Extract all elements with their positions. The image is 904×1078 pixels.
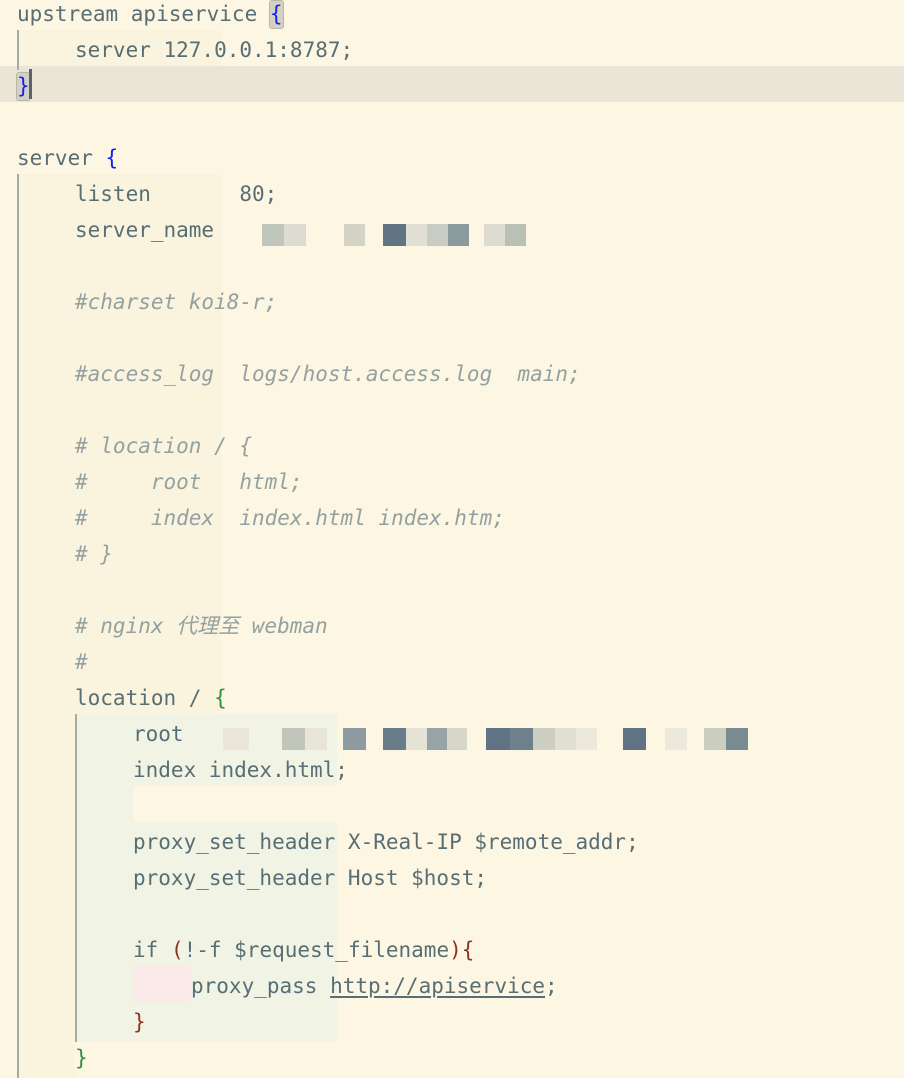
code-line-19[interactable]: # <box>0 644 904 680</box>
redaction-pixel <box>343 728 366 750</box>
redaction-pixel <box>305 728 327 750</box>
code-line-13[interactable]: # location / { <box>0 428 904 464</box>
redaction-pixel <box>665 728 687 750</box>
token-root-directive: root <box>133 722 184 746</box>
redaction-pixel <box>344 224 365 246</box>
redacted-text-block <box>343 728 366 750</box>
token-proxy-pass-url[interactable]: http://apiservice <box>330 974 545 998</box>
code-line-15[interactable]: # index index.html index.htm; <box>0 500 904 536</box>
token-comment-hash: # <box>75 650 88 674</box>
code-line-24[interactable]: proxy_set_header X-Real-IP $remote_addr; <box>0 824 904 860</box>
token-comment-location-root: # root html; <box>75 470 303 494</box>
redaction-pixel <box>448 224 469 246</box>
code-line-1[interactable]: upstream apiservice { <box>0 0 904 32</box>
redacted-text-block <box>383 728 467 750</box>
token-proxy-set-header-host: proxy_set_header Host $host; <box>133 866 488 890</box>
token-paren-close: ) <box>449 938 462 962</box>
redaction-pixel <box>223 728 249 750</box>
redaction-pixel <box>427 728 447 750</box>
token-comment-location-close: # } <box>75 542 113 566</box>
redacted-text-block <box>383 224 469 246</box>
token-comment-charset: #charset koi8-r; <box>75 290 278 314</box>
token-listen-directive: listen 80; <box>75 182 278 206</box>
code-editor[interactable]: upstream apiservice { server 127.0.0.1:8… <box>0 0 904 1078</box>
redacted-text-block <box>704 728 748 750</box>
token-upstream-decl: upstream apiservice <box>17 2 270 26</box>
redacted-text-block <box>484 224 526 246</box>
redacted-text-block <box>344 224 365 246</box>
redaction-pixel <box>623 728 646 750</box>
redaction-pixel <box>486 728 510 750</box>
code-line-16[interactable]: # } <box>0 536 904 572</box>
redacted-text-block <box>623 728 646 750</box>
redaction-pixel <box>704 728 726 750</box>
token-comment-access-log: #access_log logs/host.access.log main; <box>75 362 581 386</box>
token-server-name-directive: server_name <box>75 218 215 242</box>
token-proxy-set-header-realip: proxy_set_header X-Real-IP $remote_addr; <box>133 830 639 854</box>
token-brace-close-if: } <box>133 1010 146 1034</box>
code-line-5[interactable]: server { <box>0 140 904 176</box>
code-line-29[interactable]: } <box>0 1004 904 1040</box>
code-line-14[interactable]: # root html; <box>0 464 904 500</box>
text-caret <box>29 69 32 99</box>
token-brace-open-if: { <box>461 938 475 962</box>
token-server-address: server 127.0.0.1:8787; <box>75 38 354 62</box>
token-index-directive: index index.html; <box>133 758 348 782</box>
token-brace-open-location: { <box>214 686 227 710</box>
redaction-pixel <box>447 728 467 750</box>
token-proxy-pass-directive: proxy_pass <box>191 974 331 998</box>
redaction-pixel <box>427 224 448 246</box>
redaction-pixel <box>576 728 597 750</box>
redacted-text-block <box>665 728 687 750</box>
token-brace-close-location: } <box>75 1046 88 1070</box>
redaction-pixel <box>383 224 406 246</box>
token-paren-open: ( <box>170 938 184 962</box>
token-brace-open-upstream: { <box>269 1 283 28</box>
redaction-pixel <box>284 224 306 246</box>
redacted-text-block <box>282 728 327 750</box>
redaction-pixel <box>533 728 555 750</box>
redaction-pixel <box>406 728 427 750</box>
code-line-25[interactable]: proxy_set_header Host $host; <box>0 860 904 896</box>
token-brace-close-upstream: } <box>17 73 30 100</box>
code-line-11[interactable]: #access_log logs/host.access.log main; <box>0 356 904 392</box>
redaction-pixel <box>510 728 533 750</box>
redacted-text-block <box>223 728 249 750</box>
token-server-decl: server <box>17 146 106 170</box>
code-line-30[interactable]: } <box>0 1040 904 1076</box>
redaction-pixel <box>726 728 748 750</box>
redaction-pixel <box>282 728 305 750</box>
code-line-18[interactable]: # nginx 代理至 webman <box>0 608 904 644</box>
redacted-text-block <box>486 728 597 750</box>
code-line-22[interactable]: index index.html; <box>0 752 904 788</box>
redaction-pixel <box>505 224 526 246</box>
redaction-pixel <box>406 224 427 246</box>
token-semicolon: ; <box>545 974 558 998</box>
token-if-condition: !-f $request_filename <box>183 938 450 962</box>
redacted-text-block <box>262 224 306 246</box>
token-comment-nginx-proxy-webman: # nginx 代理至 webman <box>75 614 328 638</box>
redaction-pixel <box>484 224 505 246</box>
token-brace-open-server: { <box>105 146 119 170</box>
redaction-pixel <box>383 728 406 750</box>
code-line-28[interactable]: proxy_pass http://apiservice; <box>0 968 904 1004</box>
token-if-keyword: if <box>133 938 171 962</box>
code-line-20[interactable]: location / { <box>0 680 904 716</box>
token-location-decl: location / <box>75 686 215 710</box>
token-comment-location-open: # location / { <box>75 434 253 458</box>
redaction-pixel <box>555 728 576 750</box>
code-line-9[interactable]: #charset koi8-r; <box>0 284 904 320</box>
token-comment-location-index: # index index.html index.htm; <box>75 506 505 530</box>
code-line-3[interactable]: } <box>0 68 904 104</box>
code-line-27[interactable]: if (!-f $request_filename){ <box>0 932 904 968</box>
code-line-6[interactable]: listen 80; <box>0 176 904 212</box>
code-line-2[interactable]: server 127.0.0.1:8787; <box>0 32 904 68</box>
redaction-pixel <box>262 224 284 246</box>
